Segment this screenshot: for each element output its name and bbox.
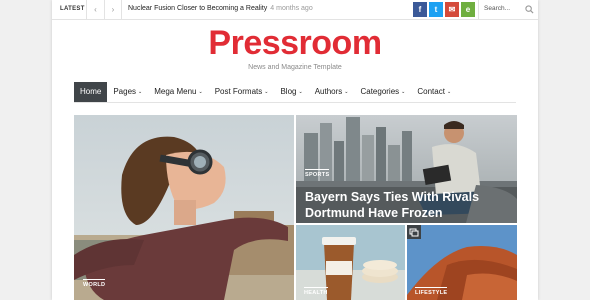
- menu-item-label: Post Formats: [214, 87, 263, 96]
- menu-item-label: Home: [80, 87, 102, 96]
- menu-item-label: Blog: [280, 87, 297, 96]
- featured-headline[interactable]: Bayern Says Ties With Rivals Dortmund Ha…: [305, 189, 510, 221]
- category-label[interactable]: HEALTH: [304, 287, 328, 296]
- menu-item-label: Authors: [314, 87, 343, 96]
- ticker-headline[interactable]: Nuclear Fusion Closer to Becoming a Real…: [128, 5, 267, 12]
- chevron-down-icon: ⌄: [298, 89, 303, 95]
- menu-item-categories[interactable]: Categories ⌄: [354, 82, 411, 102]
- menu-item-label: Pages: [113, 87, 137, 96]
- site-logo[interactable]: Pressroom: [52, 24, 538, 63]
- search-input[interactable]: Search...: [478, 0, 538, 19]
- menu-item-contact[interactable]: Contact ⌄: [411, 82, 457, 102]
- category-label[interactable]: WORLD: [83, 279, 106, 288]
- search-placeholder: Search...: [484, 5, 511, 12]
- search-icon[interactable]: [525, 5, 534, 14]
- twitter-icon[interactable]: t: [429, 2, 443, 17]
- ticker-prev-button[interactable]: ‹: [86, 0, 104, 19]
- chevron-down-icon: ⌄: [264, 89, 269, 95]
- category-label[interactable]: LIFESTYLE: [415, 287, 448, 296]
- menu-item-authors[interactable]: Authors ⌄: [309, 82, 355, 102]
- menu-item-label: Categories: [360, 87, 400, 96]
- ticker-item[interactable]: Nuclear Fusion Closer to Becoming a Real…: [128, 5, 313, 12]
- featured-post-lifestyle[interactable]: LIFESTYLE: [407, 225, 517, 300]
- menu-item-blog[interactable]: Blog ⌄: [274, 82, 308, 102]
- featured-post-main[interactable]: WORLD: [74, 115, 294, 300]
- chevron-down-icon: ⌄: [401, 89, 406, 95]
- evernote-icon[interactable]: e: [461, 2, 475, 17]
- featured-post-health[interactable]: HEALTH: [296, 225, 405, 300]
- featured-post-sports[interactable]: SPORTS Bayern Says Ties With Rivals Dort…: [296, 115, 517, 223]
- site-tagline: News and Magazine Template: [248, 64, 342, 71]
- latest-label: LATEST: [60, 6, 85, 12]
- chevron-down-icon: ⌄: [446, 89, 452, 95]
- top-bar: LATEST ‹ › Nuclear Fusion Closer to Beco…: [52, 0, 538, 20]
- chevron-down-icon: ⌄: [344, 89, 349, 95]
- facebook-icon[interactable]: f: [413, 2, 427, 17]
- menu-divider: [74, 102, 516, 103]
- menu-item-label: Mega Menu: [154, 87, 197, 96]
- main-menu: Home Pages ⌄ Mega Menu ⌄ Post Formats ⌄ Blo…: [74, 82, 516, 102]
- chevron-down-icon: ⌄: [198, 89, 203, 95]
- featured-image-woman: [74, 115, 294, 300]
- menu-item-home[interactable]: Home: [74, 82, 108, 102]
- menu-item-pages[interactable]: Pages ⌄: [107, 82, 148, 102]
- category-label[interactable]: SPORTS: [305, 169, 330, 178]
- gallery-icon: [407, 225, 421, 239]
- mail-icon[interactable]: ✉: [445, 2, 459, 17]
- chevron-down-icon: ⌄: [138, 89, 143, 95]
- menu-item-label: Contact: [417, 87, 445, 96]
- ticker-next-button[interactable]: ›: [104, 0, 122, 19]
- ticker-time: 4 months ago: [270, 5, 313, 12]
- menu-item-post-formats[interactable]: Post Formats ⌄: [209, 82, 275, 102]
- menu-item-mega-menu[interactable]: Mega Menu ⌄: [148, 82, 208, 102]
